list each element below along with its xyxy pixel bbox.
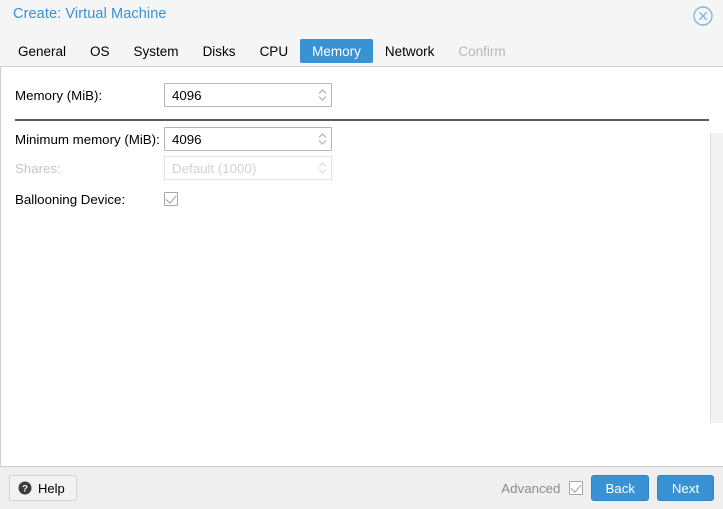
- question-circle-icon: ?: [18, 481, 32, 495]
- ballooning-checkbox[interactable]: [164, 192, 178, 206]
- help-button[interactable]: ? Help: [9, 475, 77, 501]
- shares-input: Default (1000): [164, 156, 332, 180]
- dialog-footer: ? Help Advanced Back Next: [0, 466, 723, 509]
- minimum-memory-value: 4096: [172, 131, 202, 147]
- advanced-label: Advanced: [501, 480, 561, 496]
- memory-value: 4096: [172, 87, 202, 103]
- tab-network[interactable]: Network: [373, 39, 447, 63]
- minimum-memory-input[interactable]: 4096: [164, 127, 332, 151]
- close-icon[interactable]: [692, 5, 714, 27]
- minimum-memory-row: Minimum memory (MiB): 4096: [1, 126, 332, 152]
- tab-confirm: Confirm: [458, 43, 506, 59]
- shares-row: Shares: Default (1000): [1, 155, 332, 181]
- ballooning-row: Ballooning Device:: [1, 186, 178, 212]
- shares-placeholder: Default (1000): [172, 160, 257, 176]
- svg-text:?: ?: [22, 484, 28, 495]
- advanced-checkbox[interactable]: [569, 481, 584, 495]
- dialog-header: Create: Virtual Machine General OS Syste…: [0, 0, 723, 66]
- ballooning-label: Ballooning Device:: [15, 191, 126, 207]
- spinner-updown-icon[interactable]: [313, 128, 331, 150]
- tab-general[interactable]: General: [6, 39, 78, 63]
- tab-os[interactable]: OS: [78, 39, 122, 63]
- minimum-memory-label: Minimum memory (MiB):: [15, 131, 160, 147]
- dialog-body: Memory (MiB): 4096 Minimum memory (MiB):: [0, 66, 723, 466]
- memory-row: Memory (MiB): 4096: [1, 82, 332, 108]
- spinner-updown-icon[interactable]: [313, 84, 331, 106]
- dialog-title: Create: Virtual Machine: [13, 6, 167, 22]
- memory-input[interactable]: 4096: [164, 83, 332, 107]
- tab-disks[interactable]: Disks: [191, 39, 248, 63]
- tab-bar: General OS System Disks CPU Memory Netwo…: [6, 39, 518, 63]
- help-label: Help: [38, 480, 65, 496]
- section-divider: [15, 119, 709, 121]
- shares-label: Shares:: [15, 160, 61, 176]
- memory-label: Memory (MiB):: [15, 87, 103, 103]
- tab-memory[interactable]: Memory: [300, 39, 373, 63]
- vertical-scrollbar[interactable]: [710, 133, 723, 423]
- tab-system[interactable]: System: [122, 39, 191, 63]
- create-vm-dialog: Create: Virtual Machine General OS Syste…: [0, 0, 723, 509]
- footer-actions: Advanced Back Next: [501, 475, 714, 501]
- tab-cpu[interactable]: CPU: [248, 39, 301, 63]
- spinner-updown-icon: [313, 157, 331, 179]
- next-button[interactable]: Next: [657, 475, 714, 501]
- back-button[interactable]: Back: [591, 475, 649, 501]
